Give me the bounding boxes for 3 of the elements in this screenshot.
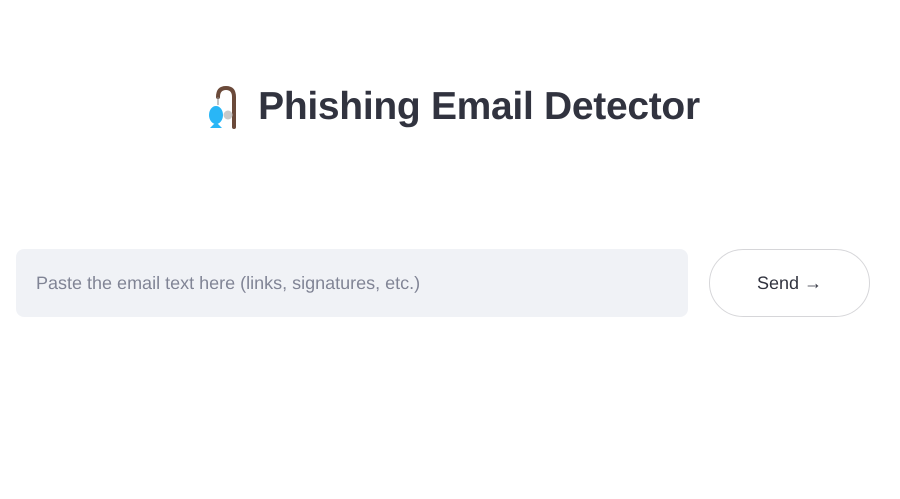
- email-input-field[interactable]: Paste the email text here (links, signatures, etc.): [16, 249, 688, 317]
- page-title: Phishing Email Detector: [258, 85, 700, 129]
- send-button[interactable]: Send →: [709, 249, 870, 317]
